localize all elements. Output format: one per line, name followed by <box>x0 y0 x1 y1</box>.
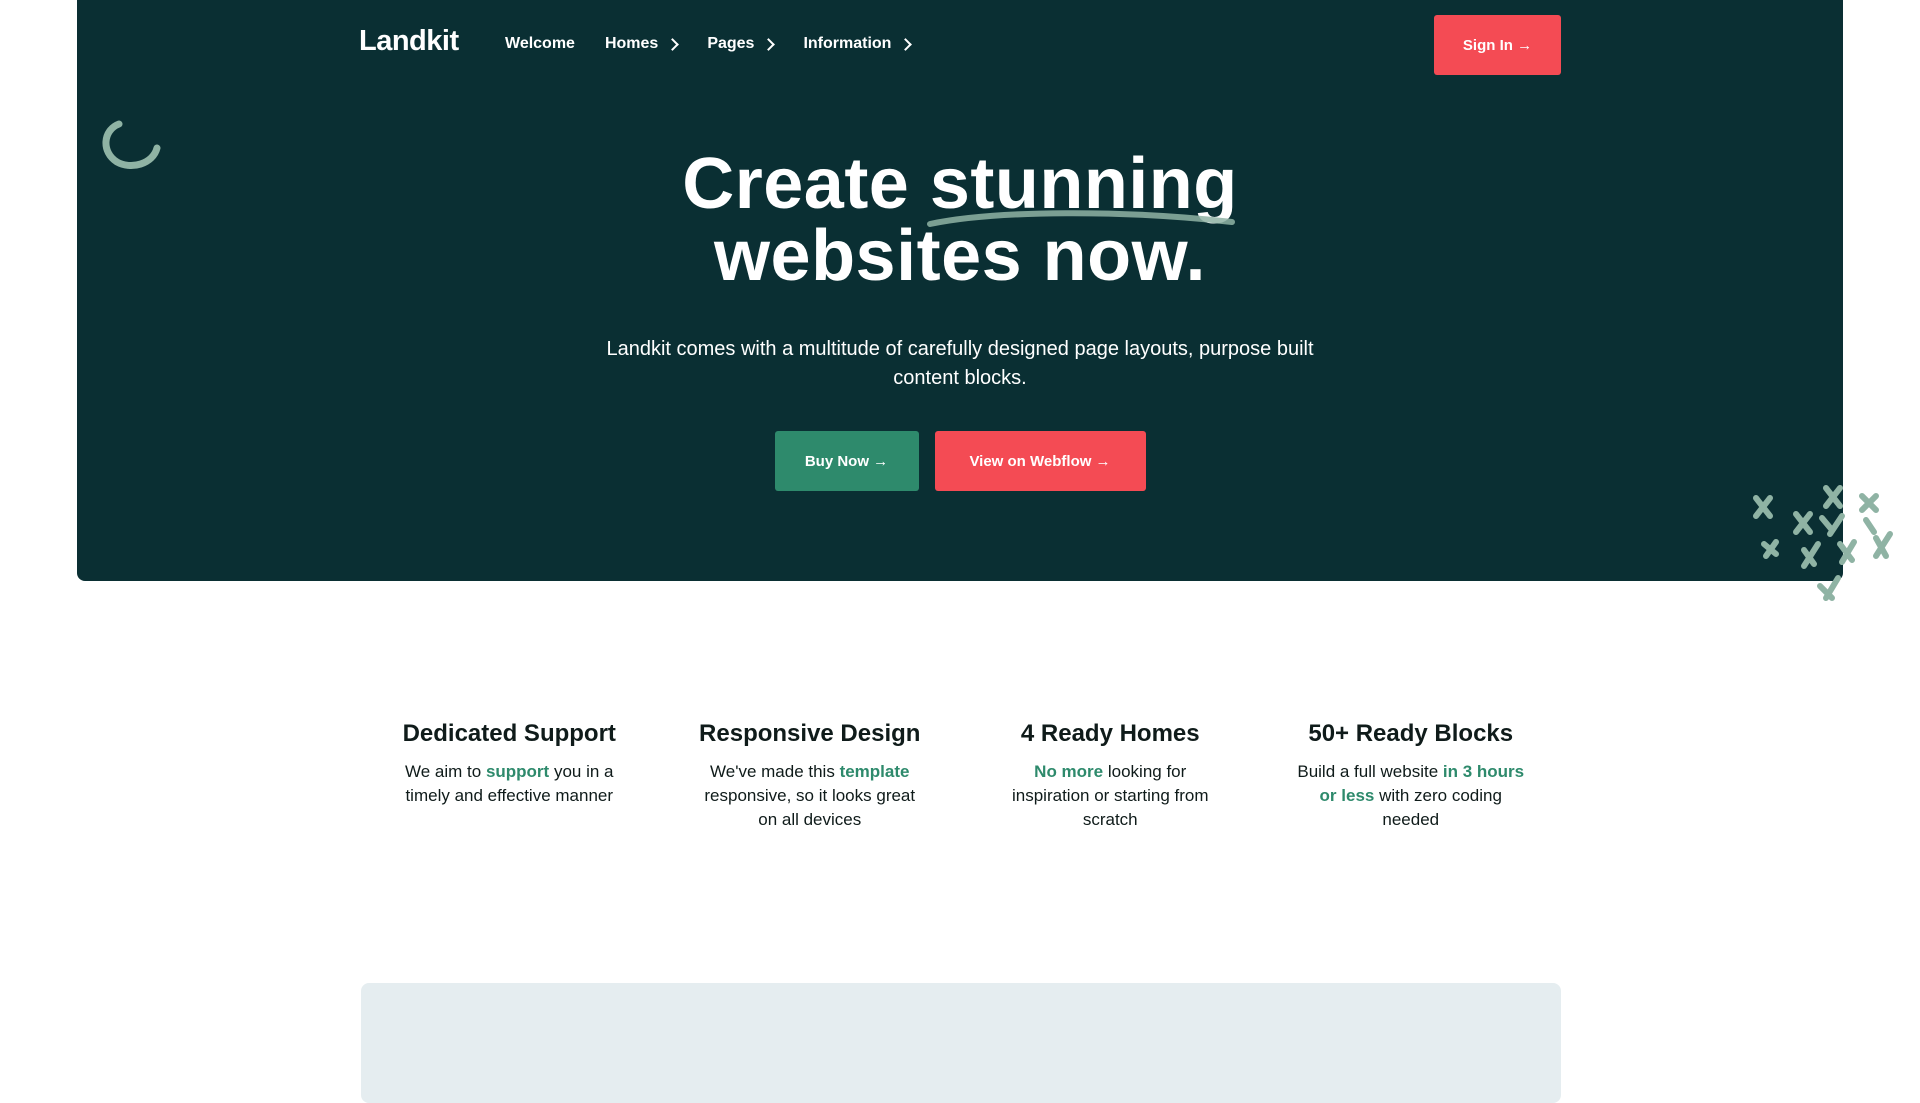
hero-subtitle: Landkit comes with a multitude of carefu… <box>606 338 1314 389</box>
hero-title-line2: websites now. <box>714 216 1206 296</box>
feature-title: 4 Ready Homes <box>1020 720 1200 747</box>
feature-highlight: template <box>839 762 910 781</box>
brush-underline-icon <box>926 210 1235 227</box>
feature-text: with zero coding needed <box>1374 786 1502 829</box>
hero-title-part1: Create <box>682 144 930 224</box>
feature-card: 50+ Ready Blocks Build a full website in… <box>1261 720 1562 832</box>
nav-item-label: Information <box>803 35 892 52</box>
nav-item-label: Welcome <box>505 35 575 52</box>
view-on-webflow-button[interactable]: View on Webflow → <box>934 431 1146 491</box>
feature-text: Build a full website <box>1297 762 1443 781</box>
nav-item-pages[interactable]: Pages <box>707 35 776 53</box>
feature-card: Dedicated Support We aim to support you … <box>359 720 660 832</box>
feature-text: responsive, so it looks great on all dev… <box>704 786 916 829</box>
cross-pattern-icon <box>1753 485 1893 601</box>
features-section: Dedicated Support We aim to support you … <box>359 720 1561 832</box>
preview-panel <box>361 983 1561 1103</box>
nav-item-information[interactable]: Information <box>803 35 913 53</box>
feature-card: 4 Ready Homes No more looking for inspir… <box>960 720 1261 832</box>
buy-now-button[interactable]: Buy Now → <box>774 431 919 491</box>
feature-title: Responsive Design <box>699 720 921 747</box>
feature-description: No more looking for inspiration or start… <box>995 760 1225 832</box>
hero-title: Create stunning websites now. <box>0 148 1920 292</box>
hero-title-highlight: stunning <box>926 148 1238 227</box>
chevron-right-icon <box>666 37 680 51</box>
feature-description: Build a full website in 3 hours or less … <box>1296 760 1526 832</box>
feature-description: We aim to support you in a timely and ef… <box>394 760 624 808</box>
chevron-right-icon <box>899 37 913 51</box>
hero-buttons: Buy Now → View on Webflow → <box>0 431 1920 491</box>
nav-item-label: Homes <box>604 35 659 52</box>
feature-text: We've made this <box>710 762 840 781</box>
logo[interactable]: Landkit <box>359 25 459 58</box>
feature-title: Dedicated Support <box>402 720 616 747</box>
nav-item-label: Pages <box>707 35 755 52</box>
feature-highlight: No more <box>1034 762 1104 781</box>
feature-highlight: support <box>485 762 550 781</box>
sign-in-button[interactable]: Sign In → <box>1434 15 1561 75</box>
feature-card: Responsive Design We've made this templa… <box>660 720 961 832</box>
feature-description: We've made this template responsive, so … <box>695 760 925 832</box>
nav-item-homes[interactable]: Homes <box>604 35 680 53</box>
chevron-right-icon <box>762 37 776 51</box>
top-navigation: Landkit Welcome Homes Pages Information … <box>359 15 1561 75</box>
feature-text: We aim to <box>405 762 486 781</box>
feature-title: 50+ Ready Blocks <box>1308 720 1514 747</box>
nav-item-welcome[interactable]: Welcome <box>505 35 575 53</box>
nav-links: Welcome Homes Pages Information <box>505 35 913 53</box>
